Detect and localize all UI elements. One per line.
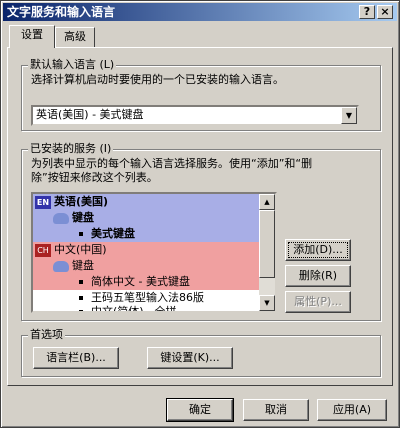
bullet-icon [79,310,83,311]
ok-button[interactable]: 确定 [166,398,234,422]
tree-item-label: 王码五笔型输入法86版 [91,291,204,304]
tree-item-label: 简体中文 - 美式键盘 [91,275,190,288]
keyboard-hand-icon [53,260,69,272]
help-button[interactable]: ? [359,5,375,19]
remove-button[interactable]: 删除(R) [285,265,351,287]
title-bar[interactable]: 文字服务和输入语言 ? × [3,3,397,21]
cancel-button[interactable]: 取消 [243,399,309,421]
dialog-window: 文字服务和输入语言 ? × 设置 高级 默认输入语言 (L) 选择计算机启动时要… [0,0,400,428]
tab-settings-label: 设置 [21,28,43,41]
chevron-down-icon[interactable]: ▼ [341,107,357,124]
tree-item-label: 键盘 [72,211,94,224]
keyboard-hand-icon [53,212,69,224]
close-icon: × [380,5,390,18]
tab-settings[interactable]: 设置 [9,25,55,48]
help-icon: ? [363,5,371,18]
properties-button-label: 属性(P)... [294,295,342,308]
cancel-button-label: 取消 [265,403,287,416]
language-bar-button-label: 语言栏(B)... [46,351,106,364]
tree-item-label: 英语(美国) [54,195,109,208]
close-button[interactable]: × [377,5,393,19]
apply-button[interactable]: 应用(A) [317,399,387,421]
default-language-description: 选择计算机启动时要使用的一个已安装的输入语言。 [31,73,284,86]
preferences-legend: 首选项 [28,328,65,342]
properties-button[interactable]: 属性(P)... [285,291,351,313]
tree-item-service[interactable]: 美式键盘 [79,226,135,242]
window-title: 文字服务和输入语言 [7,5,116,19]
installed-services-legend: 已安装的服务 (I) [28,142,114,156]
key-settings-button-label: 键设置(K)... [160,351,220,364]
tree-item-label: 中文(中国) [54,243,107,256]
default-language-select[interactable]: 英语(美国) - 美式键盘 ▼ [31,105,359,126]
scroll-down-icon[interactable]: ▼ [259,295,275,311]
tree-item-category[interactable]: 键盘 [53,210,94,226]
apply-button-label: 应用(A) [332,403,372,416]
tree-item-service[interactable]: 中文(简体) - 全拼 [79,304,177,313]
installed-services-description-line2: 除”按钮来修改这个列表。 [31,171,158,184]
add-button-label: 添加(D)... [293,243,343,256]
tree-item-service[interactable]: 简体中文 - 美式键盘 [79,274,190,290]
tree-item-label: 中文(简体) - 全拼 [91,305,177,313]
installed-services-description-line1: 为列表中显示的每个输入语言选择服务。使用“添加”和“删 [31,157,313,170]
tree-scrollbar[interactable]: ▲ ▼ [259,194,275,311]
tree-item-category[interactable]: 键盘 [53,258,94,274]
language-bar-button[interactable]: 语言栏(B)... [33,347,119,369]
scroll-up-icon[interactable]: ▲ [259,194,275,210]
tab-advanced[interactable]: 高级 [55,27,95,47]
ok-button-label: 确定 [189,403,211,416]
key-settings-button[interactable]: 键设置(K)... [147,347,233,369]
language-badge-icon: CH [35,243,51,257]
bullet-icon [79,296,83,300]
default-language-legend: 默认输入语言 (L) [28,58,117,72]
add-button[interactable]: 添加(D)... [285,239,351,261]
services-tree[interactable]: EN 英语(美国) 键盘 美式键盘 CH 中文(中国) 键盘 简体中文 - 美式键盘… [31,192,277,313]
remove-button-label: 删除(R) [298,269,338,282]
tree-item-label: 键盘 [72,259,94,272]
language-badge-icon: EN [35,195,51,209]
bullet-icon [79,280,83,284]
bullet-icon [79,232,83,236]
default-language-value: 英语(美国) - 美式键盘 [36,108,144,121]
tree-item-language-en[interactable]: EN 英语(美国) [35,194,108,210]
tree-item-language-ch[interactable]: CH 中文(中国) [35,242,107,258]
scroll-thumb[interactable] [259,210,275,278]
tab-advanced-label: 高级 [64,30,86,43]
tree-item-label: 美式键盘 [91,227,135,240]
